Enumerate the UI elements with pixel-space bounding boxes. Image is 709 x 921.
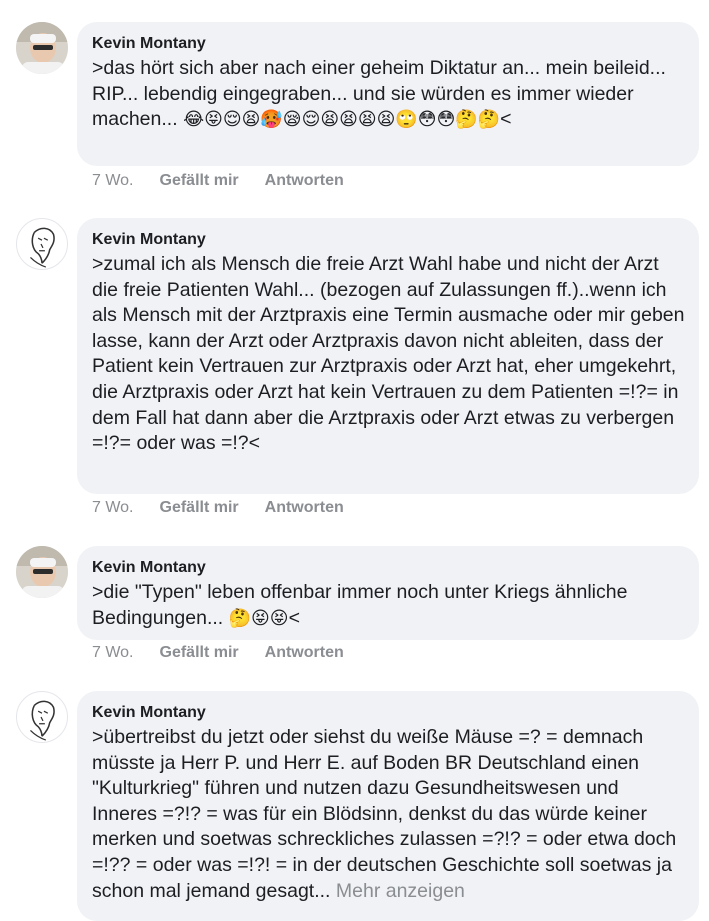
- comment-bubble: Kevin Montany >das hört sich aber nach e…: [77, 22, 699, 166]
- comment-text: >die "Typen" leben offenbar immer noch u…: [92, 580, 685, 631]
- comment-emojis: 😂😝😌😫🥵😪😌😫😫😫😫🙄😳😳🤔🤔: [183, 109, 501, 130]
- comment-age[interactable]: 7 Wo.: [92, 644, 134, 662]
- comment-bubble: Kevin Montany >die "Typen" leben offenba…: [77, 546, 699, 640]
- comment-text: >zumal ich als Mensch die freie Arzt Wah…: [92, 253, 685, 455]
- comment-age[interactable]: 7 Wo.: [92, 499, 134, 517]
- comment-text: >übertreibst du jetzt oder siehst du wei…: [92, 725, 685, 904]
- like-button[interactable]: Gefällt mir: [160, 644, 239, 662]
- avatar-sketch[interactable]: [16, 218, 68, 270]
- comment-author[interactable]: Kevin Montany: [92, 230, 685, 250]
- reply-button[interactable]: Antworten: [265, 644, 344, 662]
- avatar-photo-icon: [16, 546, 68, 598]
- comment-age[interactable]: 7 Wo.: [92, 172, 134, 190]
- like-button[interactable]: Gefällt mir: [160, 172, 239, 190]
- comment-text-body: >übertreibst du jetzt oder siehst du wei…: [92, 726, 677, 902]
- comment-actions: 7 Wo. Gefällt mir Antworten: [92, 644, 344, 662]
- avatar-sketch[interactable]: [16, 691, 68, 743]
- comment-bubble: Kevin Montany >übertreibst du jetzt oder…: [77, 691, 699, 921]
- comment-actions: 7 Wo. Gefällt mir Antworten: [92, 499, 344, 517]
- comment-emojis: 🤔😝😝: [228, 607, 289, 628]
- reply-button[interactable]: Antworten: [265, 499, 344, 517]
- avatar-photo-icon: [16, 22, 68, 74]
- avatar-photo[interactable]: [16, 546, 68, 598]
- comment-bubble: Kevin Montany >zumal ich als Mensch die …: [77, 218, 699, 494]
- comment-text-suffix: <: [500, 108, 512, 131]
- avatar-sketch-icon: [30, 227, 55, 268]
- show-more-link[interactable]: Mehr anzeigen: [336, 880, 465, 902]
- comment-text-suffix: <: [288, 606, 300, 629]
- comment-actions: 7 Wo. Gefällt mir Antworten: [92, 172, 344, 190]
- avatar-photo[interactable]: [16, 22, 68, 74]
- comment-text-body: >die "Typen" leben offenbar immer noch u…: [92, 581, 628, 629]
- avatar-sketch-icon: [30, 700, 55, 741]
- reply-button[interactable]: Antworten: [265, 172, 344, 190]
- comment-text: >das hört sich aber nach einer geheim Di…: [92, 56, 685, 133]
- like-button[interactable]: Gefällt mir: [160, 499, 239, 517]
- comment-author[interactable]: Kevin Montany: [92, 558, 685, 578]
- comment-author[interactable]: Kevin Montany: [92, 703, 685, 723]
- comment-author[interactable]: Kevin Montany: [92, 34, 685, 54]
